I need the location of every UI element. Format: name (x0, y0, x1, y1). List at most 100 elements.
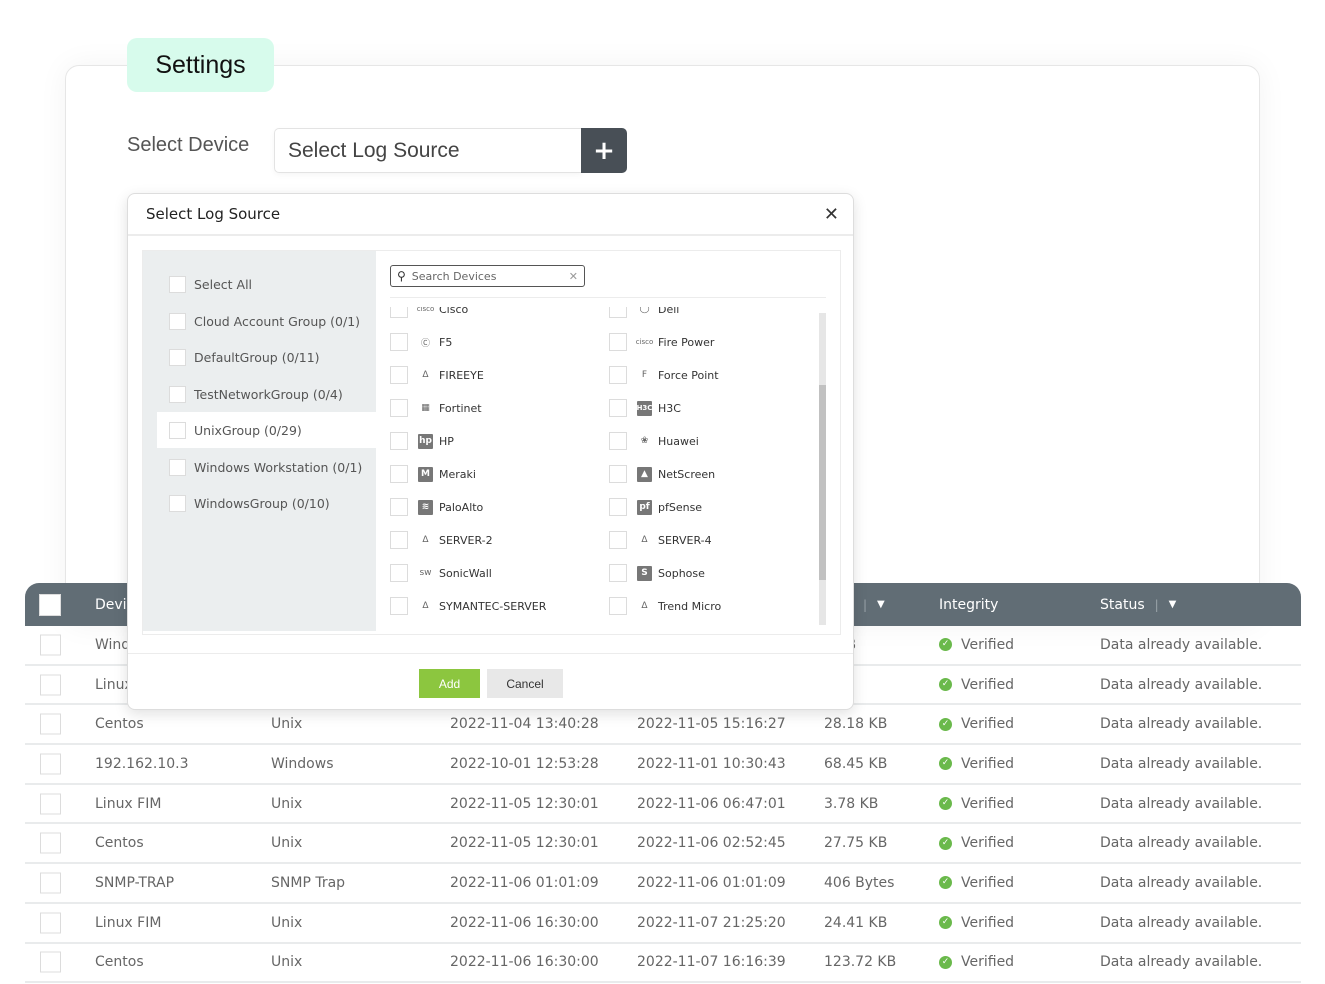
group-label: WindowsGroup (0/10) (194, 495, 330, 511)
device-item[interactable]: Δ SERVER-4 (609, 529, 712, 551)
table-row[interactable]: SNMP-TRAP SNMP Trap 2022-11-06 01:01:09 202… (25, 864, 1301, 904)
group-item[interactable]: Select All (157, 266, 376, 302)
device-checkbox[interactable] (390, 465, 408, 483)
settings-title: Settings (127, 38, 274, 92)
header-integrity[interactable]: Integrity (939, 597, 998, 613)
table-row[interactable]: Linux FIM Unix 2022-11-05 12:30:01 2022-11-… (25, 785, 1301, 825)
device-checkbox[interactable] (609, 307, 627, 318)
device-checkbox[interactable] (609, 597, 627, 615)
table-row[interactable]: 192.162.10.3 Windows 2022-10-01 12:53:28 20… (25, 745, 1301, 785)
device-checkbox[interactable] (390, 307, 408, 318)
device-checkbox[interactable] (609, 366, 627, 384)
filter-icon[interactable]: ▼ (877, 599, 885, 610)
cancel-button[interactable]: Cancel (487, 669, 563, 698)
table-row[interactable]: Centos Unix 2022-11-04 13:40:28 2022-11-05 … (25, 705, 1301, 746)
device-item[interactable]: pf pfSense (609, 496, 702, 518)
group-item[interactable]: Windows Workstation (0/1) (157, 449, 376, 485)
device-label: Cisco (439, 307, 469, 316)
group-list: Select All Cloud Account Group (0/1) Defau… (143, 251, 376, 631)
device-item[interactable]: ≋ PaloAlto (390, 496, 483, 518)
device-checkbox[interactable] (390, 366, 408, 384)
row-checkbox[interactable] (40, 753, 61, 775)
add-log-source-button[interactable]: + (581, 128, 627, 173)
dell-icon: ◯ (639, 307, 650, 314)
group-checkbox[interactable] (169, 312, 186, 330)
device-checkbox[interactable] (390, 399, 408, 417)
device-item[interactable]: sw SonicWall (390, 562, 492, 584)
group-item[interactable]: UnixGroup (0/29) (157, 412, 376, 448)
device-checkbox[interactable] (609, 564, 627, 582)
group-item[interactable]: Cloud Account Group (0/1) (157, 303, 376, 339)
cell-to: 2022-11-06 02:52:45 (637, 835, 786, 852)
check-circle-icon: ✓ (939, 955, 952, 969)
check-circle-icon: ✓ (939, 757, 952, 771)
device-checkbox[interactable] (390, 333, 408, 351)
device-item[interactable]: ▦ Fortinet (390, 397, 482, 419)
device-item[interactable]: ◯ Dell (609, 307, 679, 320)
group-label: Select All (194, 276, 253, 292)
device-checkbox[interactable] (390, 597, 408, 615)
device-item[interactable]: M Meraki (390, 463, 476, 485)
device-label: SonicWall (439, 566, 492, 580)
device-item[interactable]: hp HP (390, 430, 454, 452)
scrollbar-thumb[interactable] (819, 385, 826, 580)
group-checkbox[interactable] (169, 348, 186, 366)
device-checkbox[interactable] (390, 432, 408, 450)
add-button[interactable]: Add (419, 669, 480, 698)
log-source-input[interactable]: Select Log Source (274, 128, 582, 173)
row-checkbox[interactable] (40, 912, 61, 934)
group-checkbox[interactable] (169, 421, 186, 439)
device-item[interactable]: Δ SYMANTEC-SERVER (390, 595, 546, 617)
device-item[interactable]: cisco Cisco (390, 307, 468, 320)
device-item[interactable]: ❀ Huawei (609, 430, 699, 452)
row-checkbox[interactable] (40, 793, 61, 815)
cell-type: Windows (271, 755, 334, 772)
device-item[interactable]: Δ FIREEYE (390, 364, 484, 386)
device-item[interactable]: H3C H3C (609, 397, 681, 419)
group-checkbox[interactable] (169, 494, 186, 512)
device-checkbox[interactable] (609, 465, 627, 483)
group-checkbox[interactable] (169, 385, 186, 403)
select-all-rows-checkbox[interactable] (39, 593, 61, 616)
row-checkbox[interactable] (40, 674, 61, 696)
search-devices-input[interactable]: ⚲ Search Devices ✕ (390, 265, 585, 287)
header-status[interactable]: Status | ▼ (1100, 597, 1176, 613)
group-item[interactable]: WindowsGroup (0/10) (157, 485, 376, 521)
row-checkbox[interactable] (40, 872, 61, 894)
row-checkbox[interactable] (40, 951, 61, 973)
cell-integrity: ✓ Verified (939, 835, 1014, 851)
device-checkbox[interactable] (609, 399, 627, 417)
filter-icon[interactable]: ▼ (1169, 599, 1177, 610)
device-checkbox[interactable] (609, 432, 627, 450)
cell-from: 2022-11-05 12:30:01 (450, 795, 599, 812)
group-checkbox[interactable] (169, 275, 186, 293)
device-item[interactable]: Ⓒ F5 (390, 331, 452, 353)
device-list-scrollbar[interactable] (819, 313, 826, 625)
device-checkbox[interactable] (609, 333, 627, 351)
device-item[interactable]: Δ SERVER-2 (390, 529, 493, 551)
group-item[interactable]: DefaultGroup (0/11) (157, 339, 376, 375)
device-checkbox[interactable] (390, 564, 408, 582)
device-item[interactable]: F Force Point (609, 364, 719, 386)
device-checkbox[interactable] (390, 498, 408, 516)
device-checkbox[interactable] (609, 531, 627, 549)
header-device[interactable]: Devi (95, 597, 127, 613)
header-size-filter[interactable]: | ▼ (863, 598, 885, 612)
table-row[interactable]: Centos Unix 2022-11-05 12:30:01 2022-11-06 … (25, 824, 1301, 865)
row-checkbox[interactable] (40, 713, 61, 735)
row-checkbox[interactable] (40, 634, 61, 656)
table-row[interactable]: Centos Unix 2022-11-06 16:30:00 2022-11-07 … (25, 944, 1301, 984)
group-checkbox[interactable] (169, 458, 186, 476)
device-item[interactable]: Δ Trend Micro (609, 595, 721, 617)
device-checkbox[interactable] (390, 531, 408, 549)
close-icon[interactable]: ✕ (824, 204, 839, 225)
cell-size: 24.41 KB (824, 914, 888, 931)
device-item[interactable]: S Sophose (609, 562, 705, 584)
table-row[interactable]: Linux FIM Unix 2022-11-06 16:30:00 2022-11-… (25, 904, 1301, 944)
row-checkbox[interactable] (40, 832, 61, 854)
device-item[interactable]: ▲ NetScreen (609, 463, 715, 485)
device-item[interactable]: cisco Fire Power (609, 331, 714, 353)
clear-search-icon[interactable]: ✕ (569, 270, 578, 283)
group-item[interactable]: TestNetworkGroup (0/4) (157, 376, 376, 412)
device-checkbox[interactable] (609, 498, 627, 516)
